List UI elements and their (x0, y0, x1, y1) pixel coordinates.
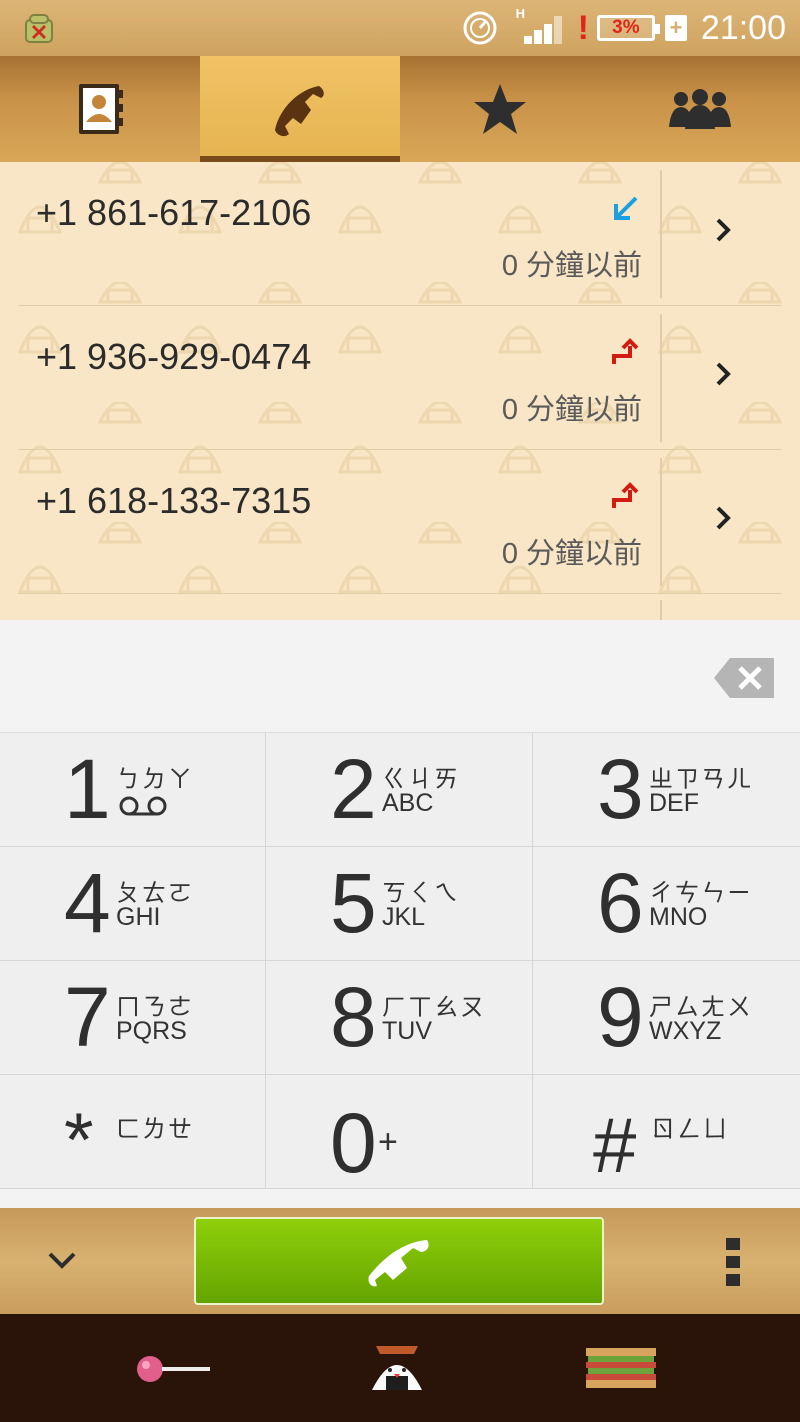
key-letters: TUV (382, 1017, 432, 1045)
key-zhuyin: ㄖㄥㄩ (651, 1116, 729, 1143)
dialpad-key-2[interactable]: 2 ㄍㄐㄞ ABC (266, 733, 533, 847)
battery-icon: 3% (596, 15, 660, 41)
status-bar: H ! 3% + 21:00 (0, 0, 800, 56)
key-digit: 2 (330, 742, 377, 836)
key-letters: GHI (116, 903, 161, 931)
row-divider (660, 314, 662, 442)
row-divider (660, 600, 662, 620)
chevron-right-icon[interactable] (712, 214, 736, 246)
key-letters: JKL (382, 903, 426, 931)
dialpad-panel: 1 ㄅㄉㄚ 2 ㄍㄐㄞ ABC 3 ㄓㄗㄢㄦ DEF 4 ㄆㄊㄛ GHI 5 ㄎ… (0, 620, 800, 1208)
key-digit: # (593, 1101, 637, 1189)
phone-number: +1 618-133-7315 (36, 480, 312, 521)
charging-icon: + (664, 15, 687, 41)
key-digit: 5 (330, 856, 377, 950)
alert-icon: ! (577, 8, 589, 47)
dialpad-key-3[interactable]: 3 ㄓㄗㄢㄦ DEF (533, 733, 800, 847)
battery-percent: 3% (612, 17, 640, 38)
dialpad-key-8[interactable]: 8 ㄏㄒㄠㄡ TUV (266, 961, 533, 1075)
key-digit: 7 (64, 970, 111, 1064)
key-digit: 6 (597, 856, 644, 950)
call-time: 0 分鐘以前 (501, 250, 642, 282)
key-plus: + (378, 1123, 400, 1161)
voicemail-icon (119, 796, 167, 816)
clock: 21:00 (700, 8, 786, 47)
backspace-icon[interactable] (714, 658, 774, 698)
key-letters: ABC (382, 789, 434, 817)
call-time: 0 分鐘以前 (501, 538, 642, 570)
key-digit: * (64, 1098, 94, 1183)
sandwich-icon[interactable] (584, 1346, 658, 1390)
chevron-right-icon[interactable] (712, 358, 736, 390)
dialpad-key-0[interactable]: 0 + (266, 1075, 533, 1189)
key-digit: 8 (330, 970, 377, 1064)
speedometer-icon (463, 11, 497, 45)
tab-favorites[interactable] (400, 56, 600, 162)
key-letters: DEF (649, 789, 699, 817)
dialpad-key-6[interactable]: 6 ㄔㄘㄣㄧ MNO (533, 847, 800, 961)
key-digit: 4 (64, 856, 111, 950)
call-log-row[interactable]: +1 618-133-7315 0 分鐘以前 (18, 450, 782, 594)
key-digit: 0 (330, 1096, 377, 1190)
call-log-list[interactable]: +1 861-617-2106 0 分鐘以前 +1 936-929-0474 0… (0, 162, 800, 620)
dial-number-field[interactable] (0, 620, 800, 733)
key-zhuyin: ㄅㄉㄚ (116, 766, 194, 793)
outgoing-call-arrow-icon (612, 338, 639, 364)
onigiri-icon[interactable] (366, 1336, 428, 1398)
key-letters: PQRS (116, 1017, 187, 1045)
dialpad-key-hash[interactable]: # ㄖㄥㄩ (533, 1075, 800, 1189)
incoming-call-arrow-icon (614, 196, 638, 220)
dialer-action-bar (0, 1208, 800, 1314)
phone-number: +1 861-617-2106 (36, 192, 312, 233)
tab-phone[interactable] (200, 56, 400, 162)
phone-number: +1 936-929-0474 (36, 336, 312, 377)
people-group-icon (669, 89, 731, 129)
key-zhuyin: ㄈㄌㄝ (116, 1116, 194, 1143)
row-divider (660, 170, 662, 298)
lollipop-icon[interactable] (134, 1352, 214, 1386)
outgoing-call-arrow-icon (612, 482, 639, 508)
dialpad-key-5[interactable]: 5 ㄎㄑㄟ JKL (266, 847, 533, 961)
dialpad-key-9[interactable]: 9 ㄕㄙㄤㄨ WXYZ (533, 961, 800, 1075)
contacts-book-icon (79, 84, 123, 134)
dialpad-key-4[interactable]: 4 ㄆㄊㄛ GHI (0, 847, 266, 961)
key-digit: 3 (597, 742, 644, 836)
dialpad-key-1[interactable]: 1 ㄅㄉㄚ (0, 733, 266, 847)
overflow-menu-icon[interactable] (724, 1236, 742, 1288)
star-icon (474, 84, 526, 134)
android-debug-icon (25, 14, 53, 43)
key-digit: 9 (597, 970, 644, 1064)
key-digit: 1 (64, 742, 111, 836)
theme-dock (0, 1314, 800, 1422)
network-type: H (515, 6, 525, 21)
signal-icon: H (515, 6, 562, 48)
call-log-row[interactable]: +1 861-617-2106 0 分鐘以前 (18, 162, 782, 306)
dialpad-key-7[interactable]: 7 ㄇㄋㄜ PQRS (0, 961, 266, 1075)
phone-handset-icon (368, 1240, 429, 1287)
tab-contacts[interactable] (0, 56, 200, 162)
call-log-row[interactable]: +1 936-929-0474 0 分鐘以前 (18, 306, 782, 450)
chevron-down-icon[interactable] (44, 1248, 80, 1274)
key-letters: WXYZ (649, 1017, 722, 1045)
row-divider (660, 458, 662, 586)
key-letters: MNO (649, 903, 708, 931)
tab-bar (0, 56, 800, 162)
chevron-right-icon[interactable] (712, 502, 736, 534)
phone-handset-icon (275, 86, 324, 137)
dialpad-keys: 1 ㄅㄉㄚ 2 ㄍㄐㄞ ABC 3 ㄓㄗㄢㄦ DEF 4 ㄆㄊㄛ GHI 5 ㄎ… (0, 733, 800, 1189)
dialpad-key-star[interactable]: * ㄈㄌㄝ (0, 1075, 266, 1189)
call-time: 0 分鐘以前 (501, 394, 642, 426)
call-button[interactable] (194, 1217, 604, 1305)
tab-groups[interactable] (600, 56, 800, 162)
